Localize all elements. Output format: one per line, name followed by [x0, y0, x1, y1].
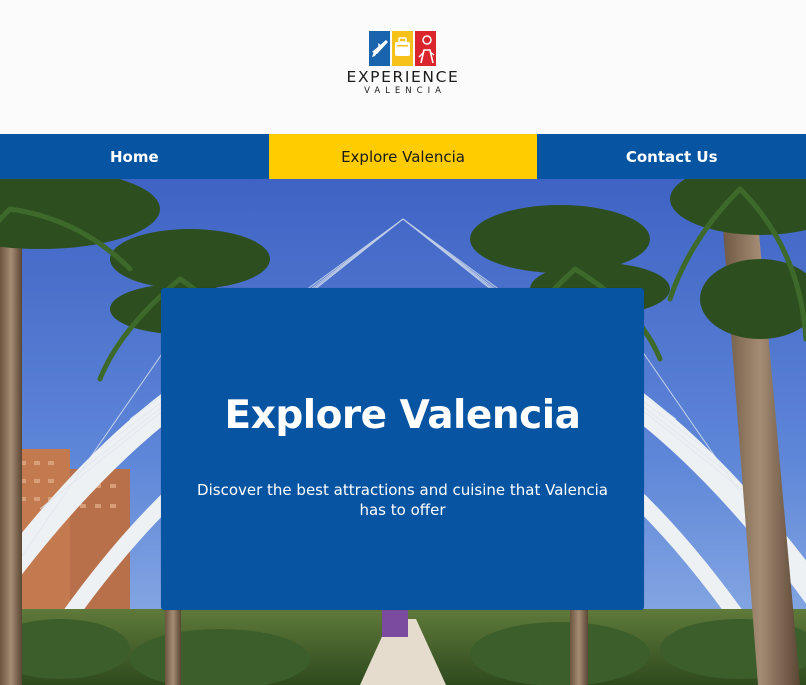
logo-title: EXPERIENCE: [346, 68, 460, 86]
site-logo[interactable]: EXPERIENCE VALENCIA: [341, 30, 465, 100]
hero-card: Explore Valencia Discover the best attra…: [161, 288, 644, 610]
logo-icons: [369, 31, 436, 66]
hero-subtitle: Discover the best attractions and cuisin…: [197, 481, 608, 519]
site-header: EXPERIENCE VALENCIA: [0, 0, 806, 134]
hero-section: Explore Valencia Discover the best attra…: [0, 179, 806, 685]
logo-subtitle: VALENCIA: [364, 86, 446, 96]
hero-title: Explore Valencia: [224, 393, 581, 438]
nav-item-home[interactable]: Home: [0, 134, 269, 179]
nav-item-contact-us[interactable]: Contact Us: [537, 134, 806, 179]
nav-item-explore-valencia[interactable]: Explore Valencia: [268, 134, 538, 179]
main-nav: Home Explore Valencia Contact Us: [0, 134, 806, 179]
